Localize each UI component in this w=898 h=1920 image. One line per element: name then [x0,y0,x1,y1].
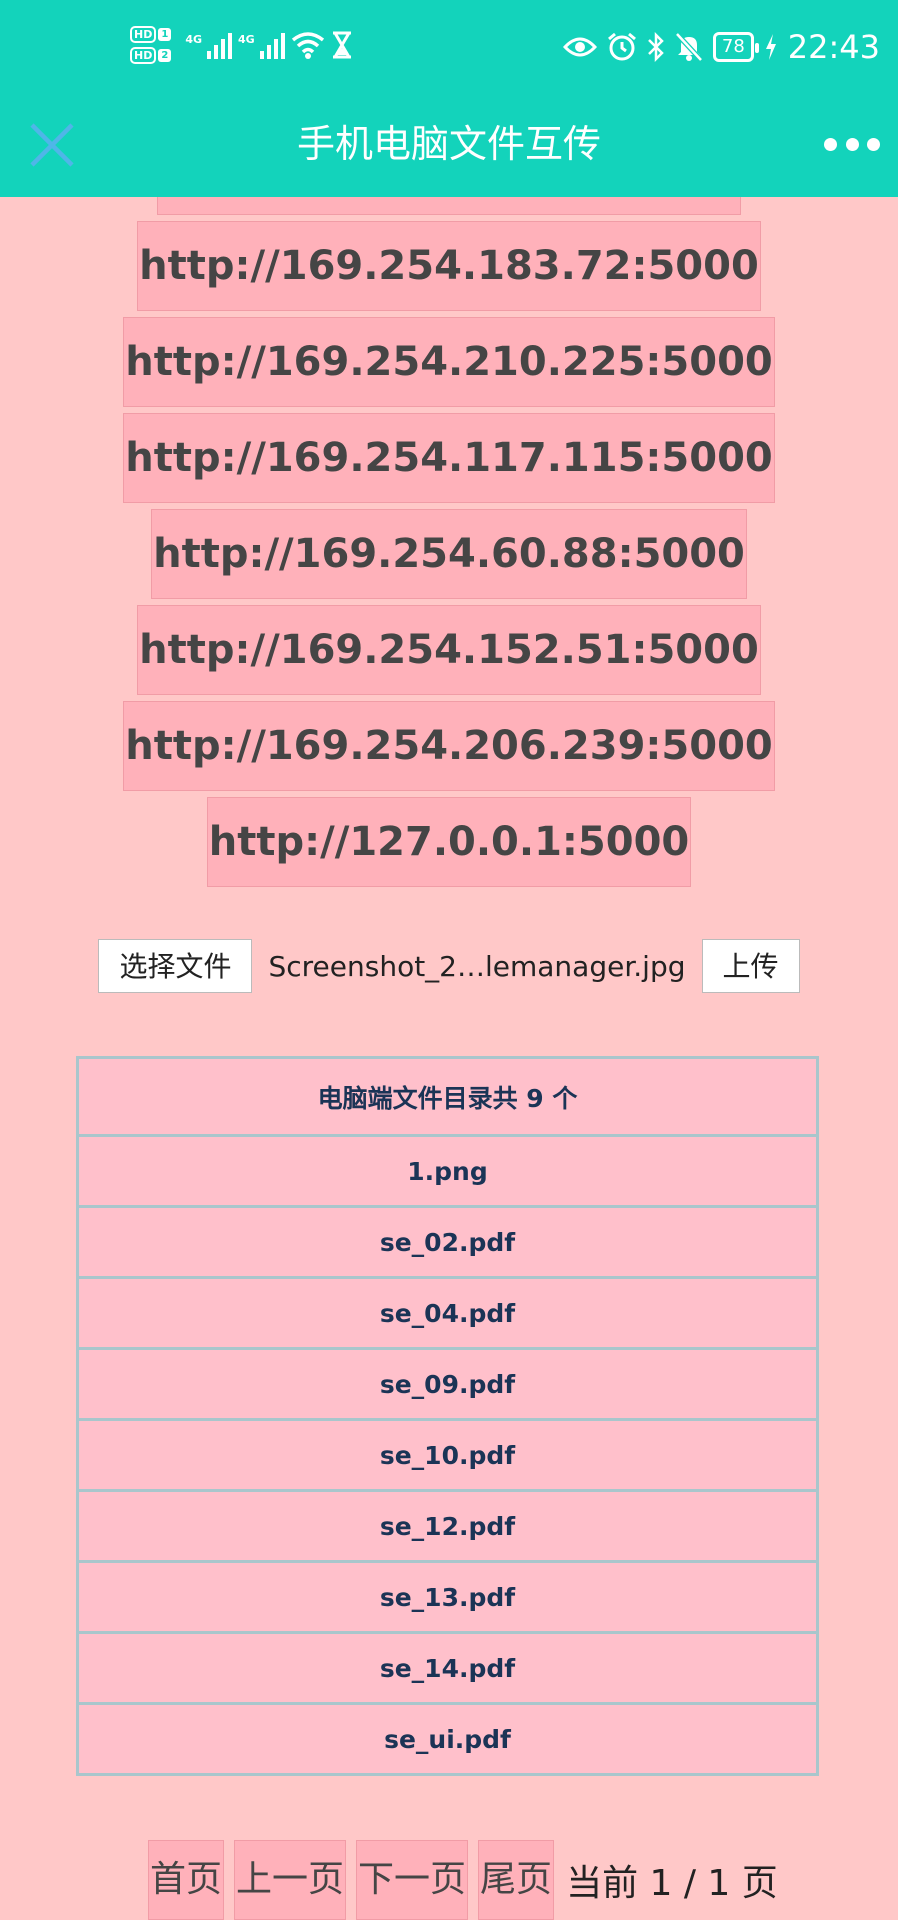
file-link[interactable]: se_10.pdf [380,1441,515,1470]
pagination: 首页 上一页 下一页 尾页 当前 1 / 1 页 [148,1840,778,1920]
table-row: 1.png [76,1134,819,1208]
mute-icon [675,32,703,62]
upload-form: 选择文件 Screenshot_2…lemanager.jpg 上传 [0,939,898,993]
url-link-partial[interactable] [157,197,741,215]
table-header-row: 电脑端文件目录共 9 个 [76,1056,819,1137]
network1-label: 4G [185,33,202,46]
hourglass-icon [332,31,351,59]
title-bar: 手机电脑文件互传 [0,105,898,197]
table-row: se_10.pdf [76,1418,819,1492]
wifi-icon [291,32,324,59]
status-left: HD 1 HD 2 4G 4G [130,26,353,64]
status-bar: HD 1 HD 2 4G 4G 78 22:43 [0,0,898,105]
last-page-button[interactable]: 尾页 [478,1840,555,1920]
choose-file-button[interactable]: 选择文件 [98,939,253,993]
url-link[interactable]: http://169.254.183.72:5000 [137,221,761,311]
sim2-indicator: HD 2 [130,47,172,64]
first-page-button[interactable]: 首页 [148,1840,225,1920]
clock: 22:43 [787,28,880,66]
alarm-icon [607,32,636,61]
selected-filename: Screenshot_2…lemanager.jpg [268,949,686,983]
bluetooth-icon [647,32,664,62]
url-link[interactable]: http://169.254.152.51:5000 [137,605,761,695]
page-info: 当前 1 / 1 页 [566,1863,778,1904]
main-content: http://169.254.183.72:5000 http://169.25… [0,197,898,1920]
file-link[interactable]: se_04.pdf [380,1299,515,1328]
table-row: se_12.pdf [76,1489,819,1563]
file-link[interactable]: se_12.pdf [380,1512,515,1541]
signal2-icon: 4G [238,33,285,59]
sim2-number: 2 [158,49,172,62]
battery-indicator: 78 [712,32,759,62]
table-row: se_02.pdf [76,1205,819,1279]
more-icon [824,137,837,151]
file-link[interactable]: se_ui.pdf [384,1725,511,1754]
sim2-hd: HD [130,47,157,64]
url-link[interactable]: http://169.254.206.239:5000 [123,701,775,791]
url-link[interactable]: http://169.254.60.88:5000 [151,509,747,599]
table-row: se_ui.pdf [76,1702,819,1776]
file-link[interactable]: se_02.pdf [380,1228,515,1257]
table-row: se_14.pdf [76,1631,819,1705]
next-page-button[interactable]: 下一页 [356,1840,469,1920]
eye-icon [562,37,597,57]
server-url-list: http://169.254.183.72:5000 http://169.25… [0,197,898,887]
network2-label: 4G [238,33,255,46]
page-title: 手机电脑文件互传 [296,122,601,166]
charging-icon [765,34,776,60]
url-link[interactable]: http://127.0.0.1:5000 [206,797,692,887]
url-link[interactable]: http://169.254.117.115:5000 [123,413,775,503]
sim-indicators: HD 1 HD 2 [130,26,172,64]
sim1-indicator: HD 1 [130,26,172,43]
table-row: se_13.pdf [76,1560,819,1634]
file-link[interactable]: 1.png [407,1157,487,1186]
signal1-icon: 4G [185,33,232,59]
table-row: se_04.pdf [76,1276,819,1350]
file-table: 电脑端文件目录共 9 个 1.png se_02.pdf se_04.pdf s… [76,1056,819,1776]
upload-button[interactable]: 上传 [701,939,800,993]
file-link[interactable]: se_14.pdf [380,1654,515,1683]
file-table-header: 电脑端文件目录共 9 个 [76,1056,819,1137]
sim1-hd: HD [130,26,157,43]
table-row: se_09.pdf [76,1347,819,1421]
more-button[interactable] [824,131,880,157]
sim1-number: 1 [158,28,172,41]
prev-page-button[interactable]: 上一页 [234,1840,347,1920]
status-right: 78 22:43 [562,28,880,66]
url-link[interactable]: http://169.254.210.225:5000 [123,317,775,407]
file-link[interactable]: se_09.pdf [380,1370,515,1399]
signal-indicators: 4G 4G [185,31,352,59]
file-link[interactable]: se_13.pdf [380,1583,515,1612]
